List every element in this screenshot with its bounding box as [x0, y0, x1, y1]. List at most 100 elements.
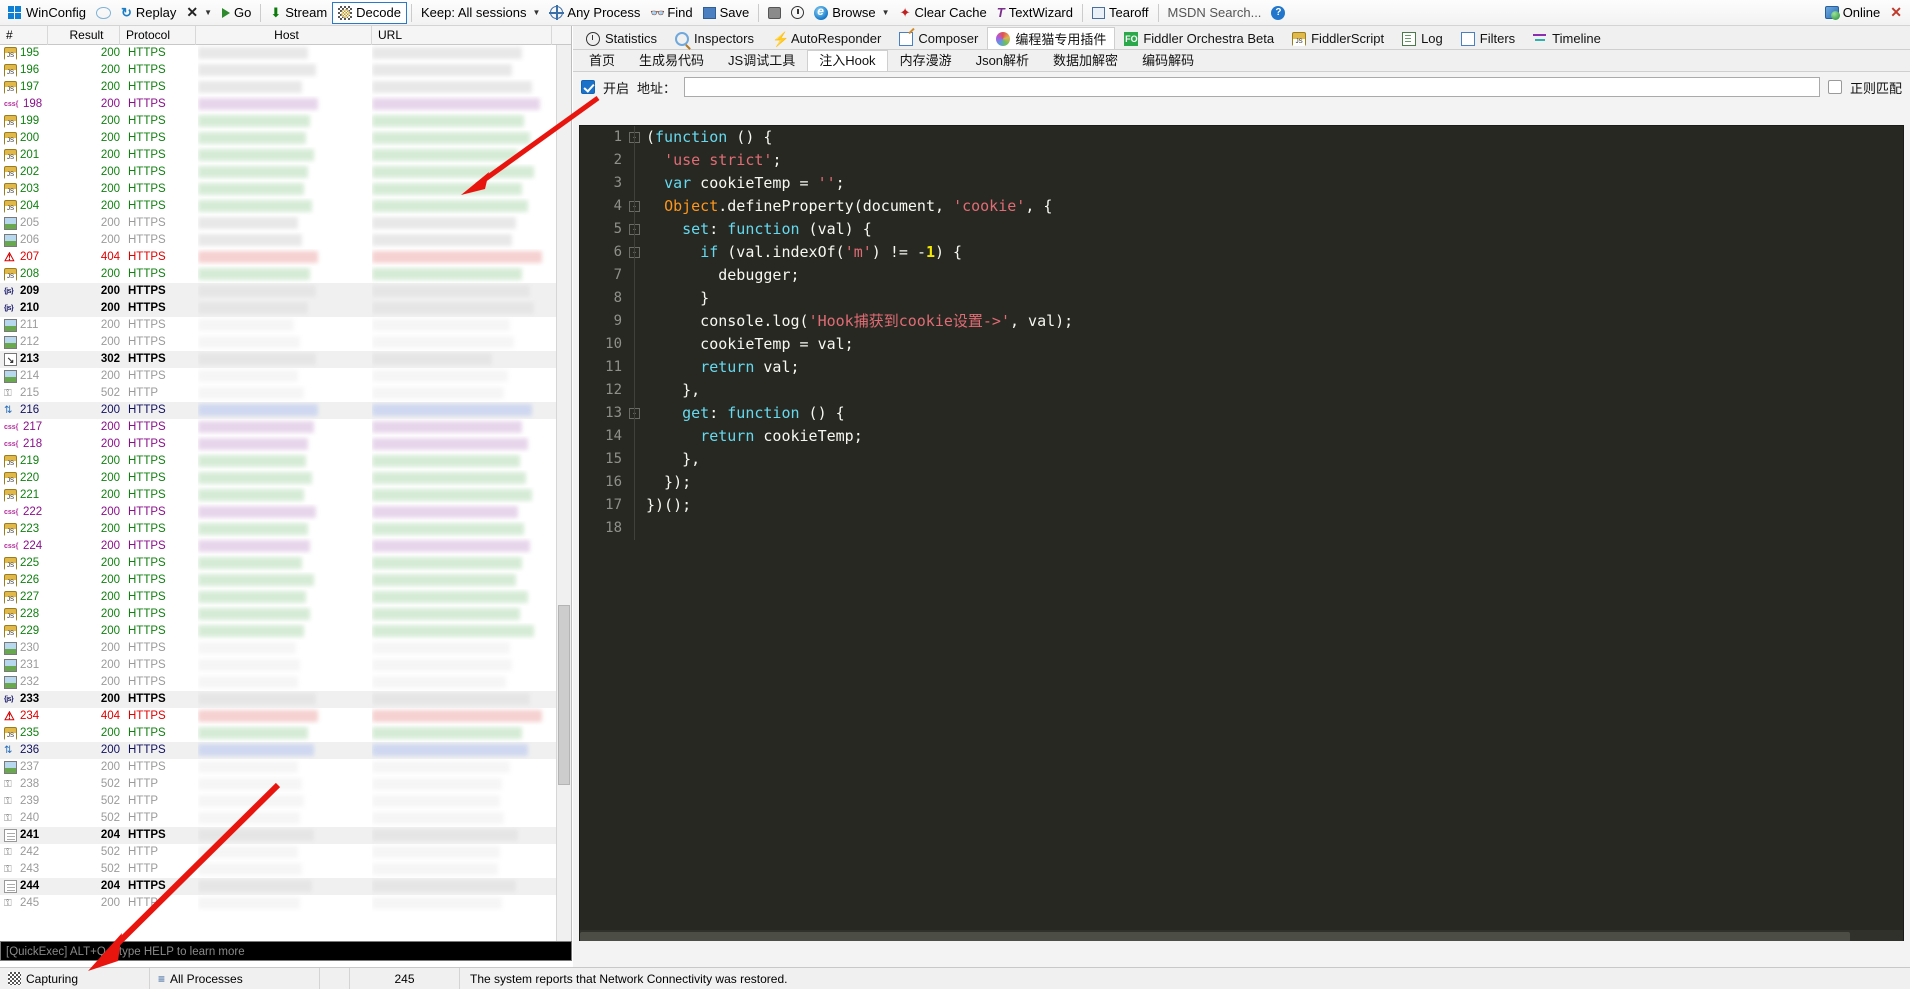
code-editor-lines[interactable]: 1-(function () {2 'use strict';3 var coo…: [580, 126, 1903, 944]
code-line[interactable]: 1-(function () {: [580, 126, 1903, 149]
code-line[interactable]: 8 }: [580, 287, 1903, 310]
table-row[interactable]: 212 200 HTTPS: [0, 334, 571, 351]
table-row[interactable]: css{198 200 HTTPS: [0, 96, 571, 113]
table-row[interactable]: 230 200 HTTPS: [0, 640, 571, 657]
table-row[interactable]: 201 200 HTTPS: [0, 147, 571, 164]
tab-filters[interactable]: Filters: [1452, 27, 1524, 49]
screenshot-button[interactable]: [763, 2, 786, 24]
code-line[interactable]: 12 },: [580, 379, 1903, 402]
table-row[interactable]: ⚿ 238 502 HTTP: [0, 776, 571, 793]
go-button[interactable]: Go: [217, 2, 256, 24]
column-header-number[interactable]: #: [0, 26, 48, 45]
close-window-button[interactable]: ✕: [1885, 2, 1907, 24]
winconfig-button[interactable]: WinConfig: [3, 2, 91, 24]
table-row[interactable]: css{224 200 HTTPS: [0, 538, 571, 555]
table-row[interactable]: 219 200 HTTPS: [0, 453, 571, 470]
table-row[interactable]: 195 200 HTTPS: [0, 45, 571, 62]
code-line[interactable]: 7 debugger;: [580, 264, 1903, 287]
table-row[interactable]: ⇅ 216 200 HTTPS: [0, 402, 571, 419]
remove-button[interactable]: ✕ ▼: [181, 2, 217, 24]
table-row[interactable]: css{222 200 HTTPS: [0, 504, 571, 521]
subtab-1[interactable]: 生成易代码: [627, 50, 716, 71]
table-row[interactable]: {js} 209 200 HTTPS: [0, 283, 571, 300]
subtab-4[interactable]: 内存漫游: [888, 50, 964, 71]
tab-autoresponder[interactable]: ⚡ AutoResponder: [763, 27, 890, 49]
code-line[interactable]: 18: [580, 517, 1903, 540]
help-button[interactable]: ?: [1266, 2, 1290, 24]
table-row[interactable]: ⚿ 239 502 HTTP: [0, 793, 571, 810]
subtab-5[interactable]: Json解析: [964, 50, 1041, 71]
tab-timeline[interactable]: Timeline: [1524, 27, 1610, 49]
find-button[interactable]: 👓 Find: [645, 2, 697, 24]
code-line[interactable]: 11 return val;: [580, 356, 1903, 379]
sub-tab-bar[interactable]: 首页 生成易代码 JS调试工具 注入Hook 内存漫游 Json解析 数据加解密 编码解码: [573, 50, 1910, 72]
subtab-6[interactable]: 数据加解密: [1041, 50, 1130, 71]
any-process-button[interactable]: Any Process: [545, 2, 645, 24]
code-line[interactable]: 6- if (val.indexOf('m') != -1) {: [580, 241, 1903, 264]
code-line[interactable]: 16 });: [580, 471, 1903, 494]
msdn-search-box[interactable]: MSDN Search...: [1163, 2, 1267, 24]
table-row[interactable]: css{218 200 HTTPS: [0, 436, 571, 453]
capturing-status[interactable]: Capturing: [0, 967, 150, 989]
table-row[interactable]: {js} 233 200 HTTPS: [0, 691, 571, 708]
tab-fiddler-orchestra-beta[interactable]: FO Fiddler Orchestra Beta: [1115, 27, 1283, 49]
table-row[interactable]: ⚿ 242 502 HTTP: [0, 844, 571, 861]
table-row[interactable]: 223 200 HTTPS: [0, 521, 571, 538]
replay-button[interactable]: ↻ Replay: [116, 2, 181, 24]
table-row[interactable]: 197 200 HTTPS: [0, 79, 571, 96]
subtab-0[interactable]: 首页: [577, 50, 627, 71]
session-grid-body[interactable]: 195 200 HTTPS 196 200 HTTPS 197 200 HTTPS css{198…: [0, 45, 571, 941]
code-line[interactable]: 4- Object.defineProperty(document, 'cook…: [580, 195, 1903, 218]
timer-button[interactable]: [786, 2, 809, 24]
table-row[interactable]: ⇅ 236 200 HTTPS: [0, 742, 571, 759]
table-row[interactable]: ⚿ 215 502 HTTP: [0, 385, 571, 402]
table-row[interactable]: 204 200 HTTPS: [0, 198, 571, 215]
textwizard-button[interactable]: T TextWizard: [992, 2, 1078, 24]
tab-statistics[interactable]: Statistics: [577, 27, 666, 49]
table-row[interactable]: 231 200 HTTPS: [0, 657, 571, 674]
subtab-7[interactable]: 编码解码: [1130, 50, 1206, 71]
table-row[interactable]: 205 200 HTTPS: [0, 215, 571, 232]
table-row[interactable]: 241 204 HTTPS: [0, 827, 571, 844]
table-row[interactable]: 225 200 HTTPS: [0, 555, 571, 572]
code-editor[interactable]: 1-(function () {2 'use strict';3 var coo…: [579, 125, 1904, 945]
column-header-protocol[interactable]: Protocol: [120, 26, 196, 45]
save-button[interactable]: Save: [698, 2, 755, 24]
table-row[interactable]: 214 200 HTTPS: [0, 368, 571, 385]
table-row[interactable]: 229 200 HTTPS: [0, 623, 571, 640]
column-header-result[interactable]: Result: [48, 26, 120, 45]
tab-log[interactable]: Log: [1393, 27, 1452, 49]
table-row[interactable]: 202 200 HTTPS: [0, 164, 571, 181]
table-row[interactable]: 232 200 HTTPS: [0, 674, 571, 691]
session-list-scrollbar[interactable]: [556, 45, 571, 941]
code-line[interactable]: 14 return cookieTemp;: [580, 425, 1903, 448]
table-row[interactable]: 227 200 HTTPS: [0, 589, 571, 606]
table-row[interactable]: 237 200 HTTPS: [0, 759, 571, 776]
code-line[interactable]: 13- get: function () {: [580, 402, 1903, 425]
table-row[interactable]: 208 200 HTTPS: [0, 266, 571, 283]
table-row[interactable]: 226 200 HTTPS: [0, 572, 571, 589]
table-row[interactable]: ⚿ 245 200 HTTP: [0, 895, 571, 912]
table-row[interactable]: ⚿ 240 502 HTTP: [0, 810, 571, 827]
code-line[interactable]: 5- set: function (val) {: [580, 218, 1903, 241]
main-tab-bar[interactable]: Statistics Inspectors ⚡ AutoResponder Compos…: [573, 26, 1910, 50]
tab-编程猫专用插件[interactable]: 编程猫专用插件: [987, 27, 1116, 49]
browse-button[interactable]: Browse ▼: [809, 2, 894, 24]
table-row[interactable]: 221 200 HTTPS: [0, 487, 571, 504]
regex-match-checkbox[interactable]: [1827, 80, 1842, 94]
table-row[interactable]: ↘ 213 302 HTTPS: [0, 351, 571, 368]
table-row[interactable]: css{217 200 HTTPS: [0, 419, 571, 436]
table-row[interactable]: {js} 210 200 HTTPS: [0, 300, 571, 317]
table-row[interactable]: 235 200 HTTPS: [0, 725, 571, 742]
table-row[interactable]: 199 200 HTTPS: [0, 113, 571, 130]
table-row[interactable]: ⚠ 234 404 HTTPS: [0, 708, 571, 725]
decode-button[interactable]: Decode: [332, 1, 407, 24]
scrollbar-thumb[interactable]: [558, 605, 570, 785]
code-line[interactable]: 9 console.log('Hook捕获到cookie设置->', val);: [580, 310, 1903, 333]
stream-button[interactable]: ⬇ Stream: [265, 2, 332, 24]
clear-cache-button[interactable]: ✦ Clear Cache: [895, 2, 992, 24]
tab-fiddlerscript[interactable]: FiddlerScript: [1283, 27, 1393, 49]
subtab-3[interactable]: 注入Hook: [807, 50, 888, 71]
quickexec-box[interactable]: [QuickExec] ALT+Q > type HELP to learn m…: [0, 941, 572, 961]
table-row[interactable]: 196 200 HTTPS: [0, 62, 571, 79]
